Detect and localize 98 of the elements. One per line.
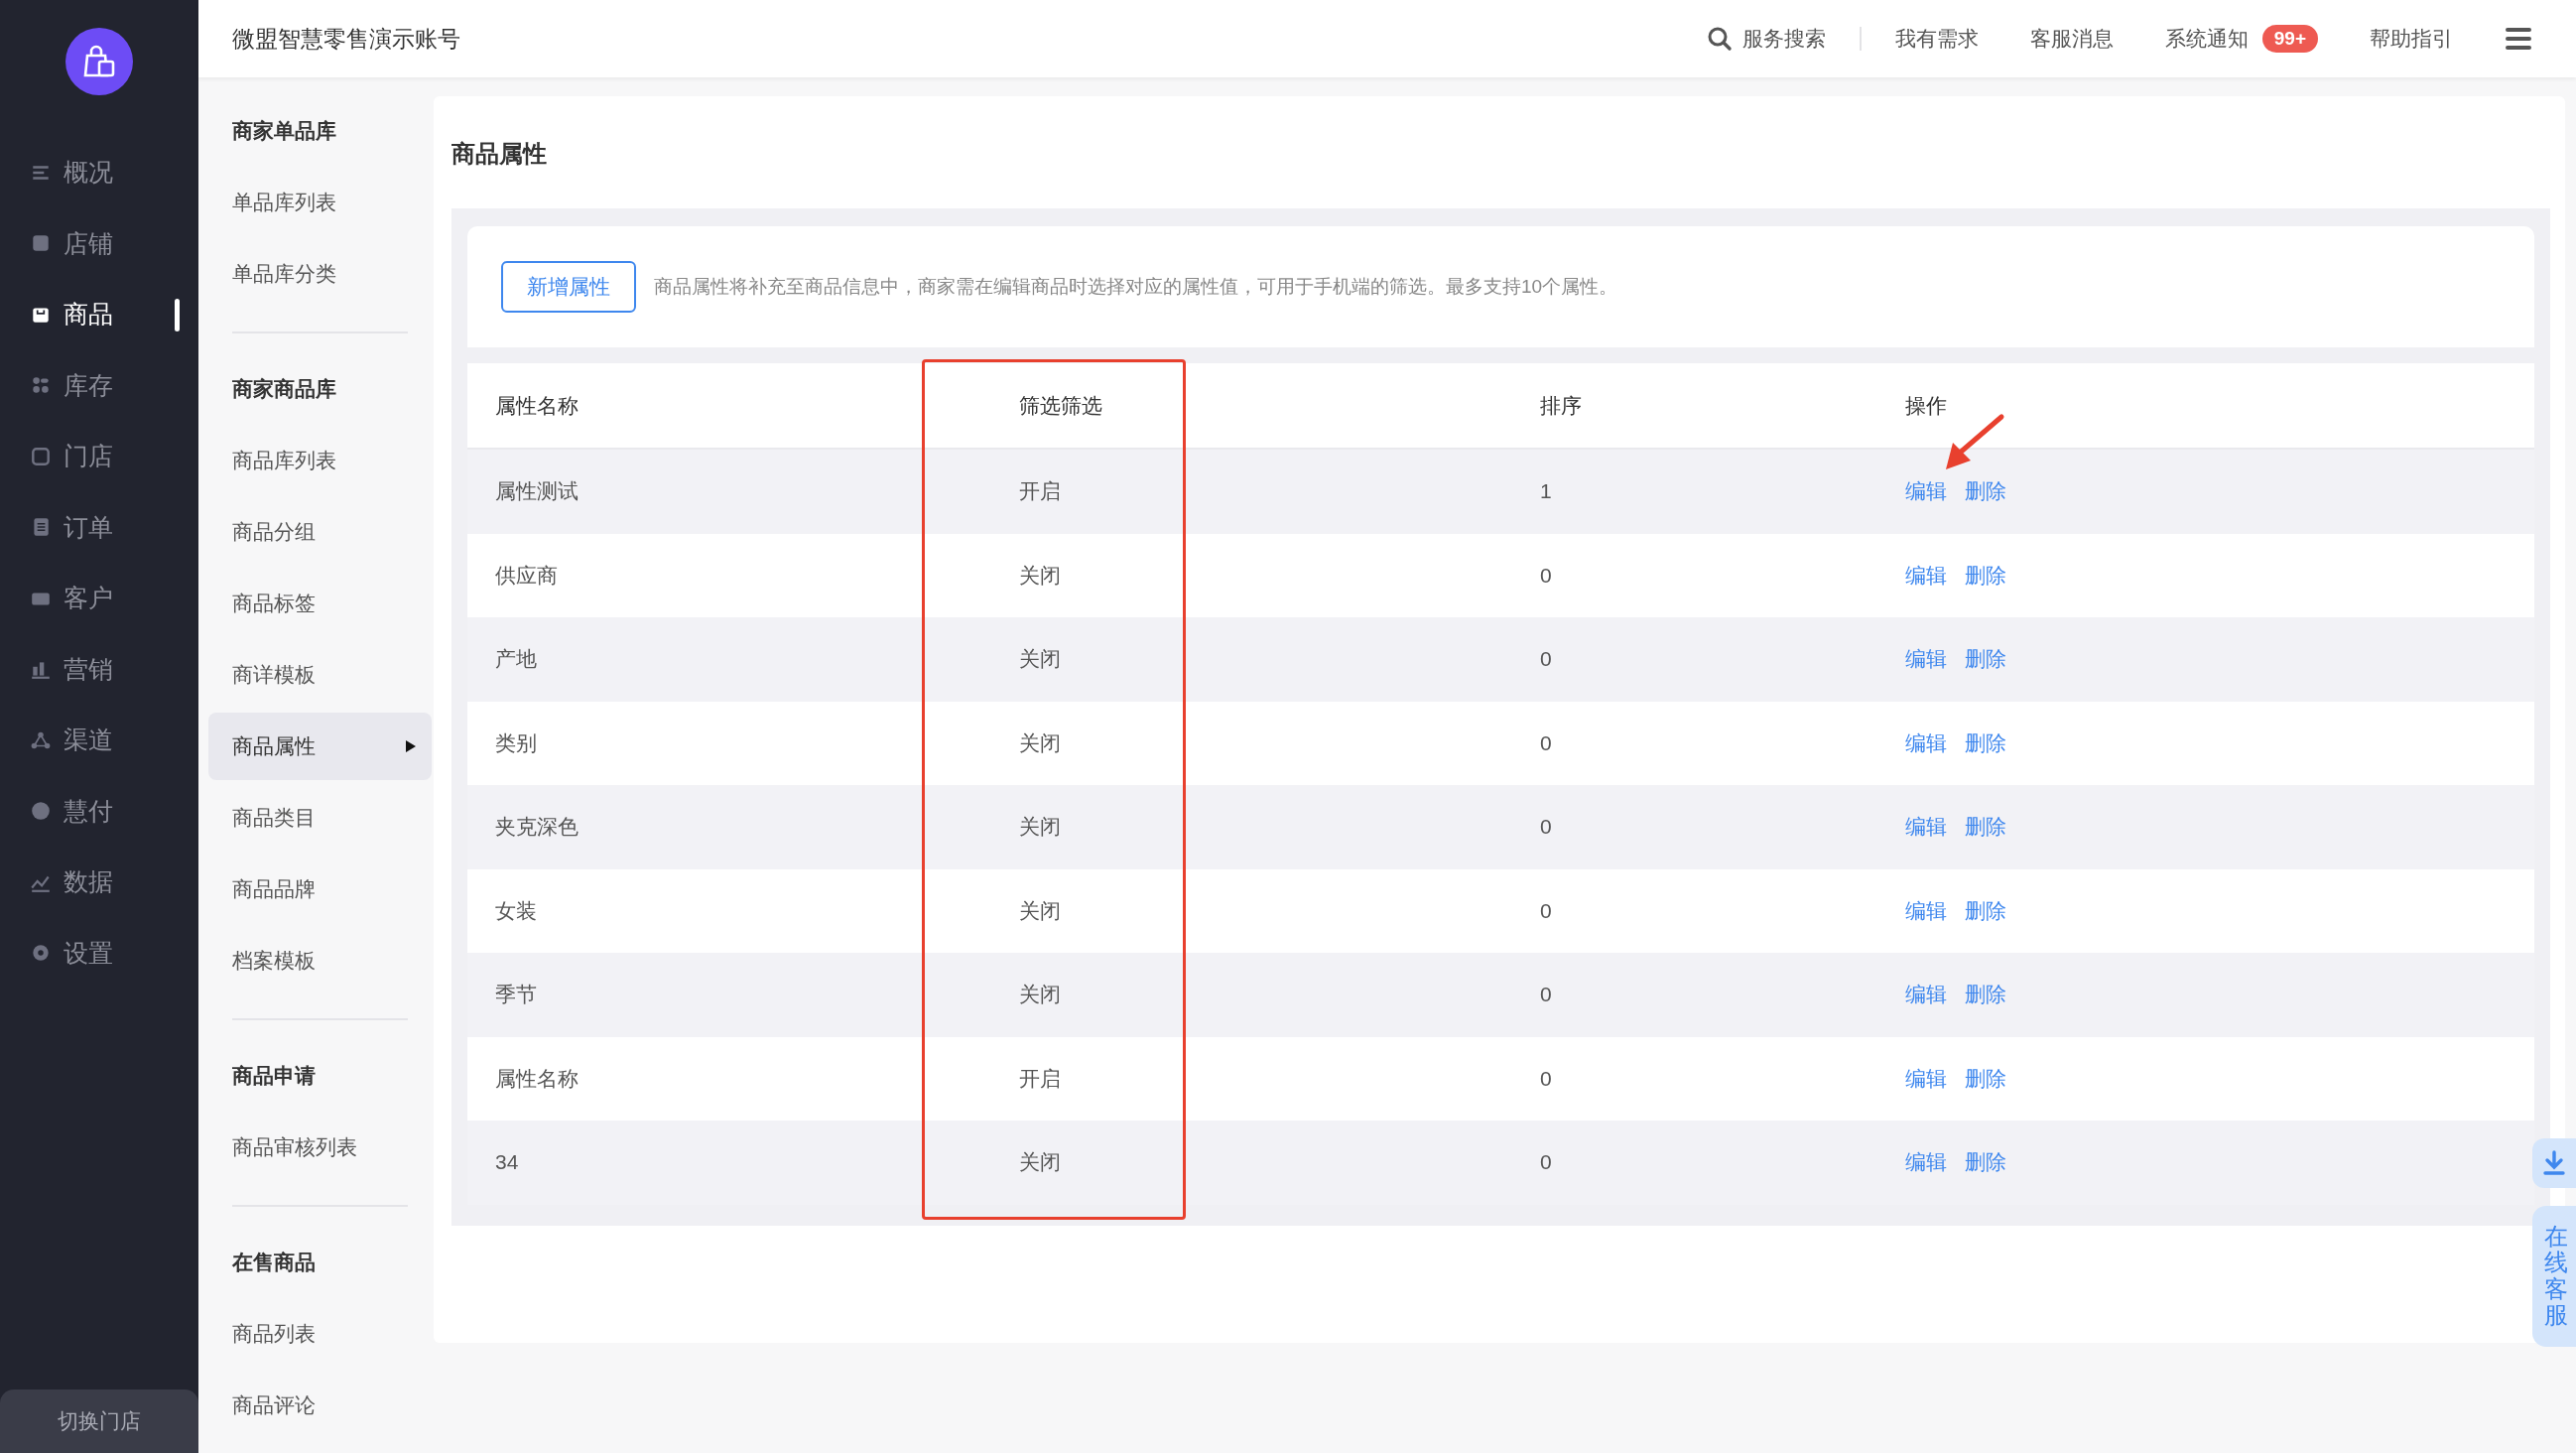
subnav-item[interactable]: 商详模板 — [208, 639, 432, 711]
nav-item[interactable]: 渠道 — [0, 705, 198, 776]
table-cell-text: 季节 — [494, 982, 538, 1008]
action-link[interactable]: 删除 — [1965, 1148, 2006, 1177]
action-link[interactable]: 编辑 — [1905, 1064, 1947, 1093]
column-header: 操作 — [1904, 392, 1948, 419]
add-attribute-button[interactable]: 新增属性 — [501, 261, 636, 313]
nav-item[interactable]: 概况 — [0, 137, 198, 208]
nav-item[interactable]: 商品 — [0, 279, 198, 350]
action-link[interactable]: 编辑 — [1905, 896, 1947, 925]
download-button[interactable] — [2532, 1138, 2576, 1188]
table-cell-text: 0 — [1539, 730, 1553, 755]
table-cell-text: 属性测试 — [494, 478, 580, 505]
top-link[interactable]: 系统通知 — [2164, 25, 2249, 53]
download-icon — [2542, 1150, 2566, 1176]
table-cell-text: 开启 — [1018, 478, 1062, 505]
top-link[interactable]: 客服消息 — [2029, 25, 2114, 53]
nav-item[interactable]: 库存 — [0, 349, 198, 421]
switch-store-button[interactable]: 切换门店 — [0, 1389, 198, 1453]
search-icon[interactable] — [1706, 26, 1733, 52]
group-heading: 商家单品库 — [231, 118, 337, 144]
subnav-item[interactable]: 商品库列表 — [208, 425, 432, 496]
column-header: 排序 — [1539, 392, 1583, 419]
table-cell-text: 关闭 — [1018, 897, 1062, 924]
nav-item[interactable]: 营销 — [0, 633, 198, 705]
action-link[interactable]: 删除 — [1965, 477, 2006, 506]
table-cell-text: 夹克深色 — [494, 814, 580, 841]
table-cell-text: 0 — [1539, 815, 1553, 840]
subnav-item[interactable]: 商品分组 — [208, 496, 432, 568]
action-link[interactable]: 删除 — [1965, 896, 2006, 925]
nav-item[interactable]: 店铺 — [0, 207, 198, 279]
subnav-item[interactable]: 商品标签 — [208, 568, 432, 639]
table-cell-text: 类别 — [494, 729, 538, 756]
active-indicator — [175, 299, 180, 331]
search-link[interactable]: 服务搜索 — [1741, 25, 1826, 53]
column-header: 筛选筛选 — [1018, 392, 1103, 419]
menu-icon[interactable] — [2505, 26, 2532, 52]
subnav-item[interactable]: 商品审核列表 — [208, 1112, 432, 1183]
action-link[interactable]: 编辑 — [1905, 981, 1947, 1009]
top-link[interactable]: 帮助指引 — [2370, 25, 2453, 53]
subnav-item[interactable]: 商品评论 — [208, 1370, 432, 1441]
subnav-item[interactable]: 单品库分类 — [208, 238, 432, 310]
column-header: 属性名称 — [494, 392, 580, 419]
action-link[interactable]: 编辑 — [1905, 728, 1947, 757]
table-cell-text: 关闭 — [1018, 814, 1062, 841]
action-link[interactable]: 编辑 — [1905, 645, 1947, 674]
page-title: 商品属性 — [451, 139, 548, 169]
table-cell-text: 供应商 — [494, 562, 559, 589]
triangle-icon — [406, 740, 416, 752]
action-link[interactable]: 编辑 — [1905, 813, 1947, 842]
action-link[interactable]: 删除 — [1965, 645, 2006, 674]
hint-text: 商品属性将补充至商品信息中，商家需在编辑商品时选择对应的属性值，可用于手机端的筛选。最多支持10个属性。 — [654, 275, 1618, 299]
action-link[interactable]: 编辑 — [1905, 1148, 1947, 1177]
group-heading: 商品申请 — [231, 1063, 317, 1089]
table-cell-text: 关闭 — [1018, 646, 1062, 673]
table-cell-text: 关闭 — [1018, 562, 1062, 589]
table-cell-text: 0 — [1539, 1066, 1553, 1091]
subnav-item[interactable]: 单品库列表 — [208, 167, 432, 238]
subnav-item[interactable]: 档案模板 — [208, 925, 432, 996]
online-service-tab[interactable]: 在线客服 — [2532, 1206, 2576, 1347]
action-link[interactable]: 删除 — [1965, 981, 2006, 1009]
action-link[interactable]: 编辑 — [1905, 561, 1947, 590]
nav-item[interactable]: 慧付 — [0, 775, 198, 847]
account-name: 微盟智慧零售演示账号 — [232, 24, 460, 54]
action-link[interactable]: 删除 — [1965, 728, 2006, 757]
group-heading: 商家商品库 — [231, 376, 337, 402]
action-link[interactable]: 删除 — [1965, 813, 2006, 842]
table-cell-text: 属性名称 — [494, 1065, 580, 1092]
table-cell-text: 0 — [1539, 983, 1553, 1007]
subnav-item[interactable]: 商品类目 — [208, 782, 432, 854]
table-cell-text: 关闭 — [1018, 982, 1062, 1008]
coin-icon — [30, 800, 52, 823]
action-link[interactable]: 编辑 — [1905, 477, 1947, 506]
subnav-item[interactable]: 商品属性 — [208, 713, 432, 780]
table-cell-text: 女装 — [494, 897, 538, 924]
table-cell-text: 34 — [494, 1150, 520, 1175]
table-cell-text: 0 — [1539, 563, 1553, 588]
nav-item[interactable]: 订单 — [0, 491, 198, 563]
subnav-item[interactable]: 商品品牌 — [208, 854, 432, 925]
action-link[interactable]: 删除 — [1965, 561, 2006, 590]
notification-badge: 99+ — [2261, 25, 2318, 53]
action-link[interactable]: 删除 — [1965, 1064, 2006, 1093]
nav-item[interactable]: 门店 — [0, 421, 198, 492]
top-link[interactable]: 我有需求 — [1894, 25, 1979, 53]
nav-item[interactable]: 数据 — [0, 847, 198, 918]
group-heading: 在售商品 — [231, 1250, 317, 1275]
table-cell-text: 0 — [1539, 1150, 1553, 1175]
subnav-item[interactable]: 商品列表 — [208, 1298, 432, 1370]
table-cell-text: 0 — [1539, 647, 1553, 672]
table-cell-text: 1 — [1539, 479, 1553, 504]
table-cell-text: 关闭 — [1018, 729, 1062, 756]
table-cell-text: 产地 — [494, 646, 538, 673]
card-icon — [30, 445, 52, 467]
table-cell-text: 关闭 — [1018, 1149, 1062, 1176]
nav-item[interactable]: 客户 — [0, 563, 198, 634]
table-cell-text: 0 — [1539, 898, 1553, 923]
table-cell-text: 开启 — [1018, 1065, 1062, 1092]
nav-item[interactable]: 设置 — [0, 917, 198, 989]
